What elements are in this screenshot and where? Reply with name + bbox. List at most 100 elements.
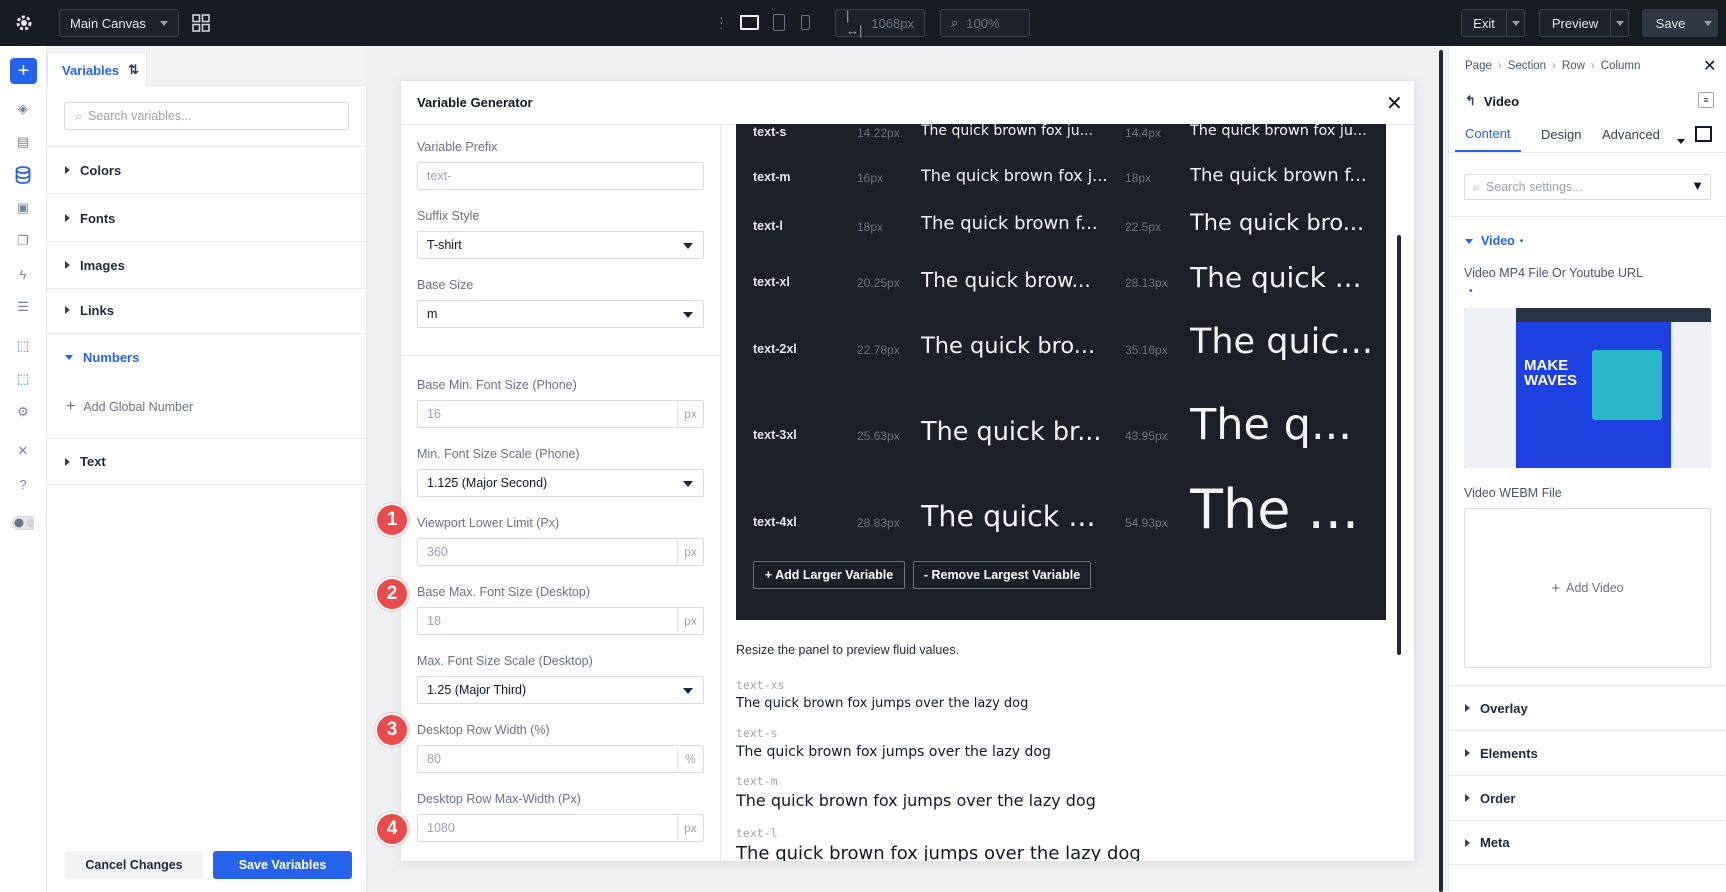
scrollbar-track[interactable]	[1397, 235, 1401, 655]
tab-content[interactable]: Content	[1455, 116, 1521, 152]
video-group-header[interactable]: Video •	[1465, 234, 1523, 248]
breadcrumb-item[interactable]: Page	[1465, 60, 1492, 72]
sample-token: text-l	[736, 826, 778, 840]
exit-button[interactable]: Exit	[1461, 9, 1507, 37]
variables-tab[interactable]: Variables ⇅	[47, 52, 147, 87]
canvas-scrollbar[interactable]	[1439, 50, 1443, 892]
dot-icon: •	[1519, 235, 1524, 247]
caret-right-icon	[1465, 704, 1470, 712]
search-variables-input[interactable]: ⌕ Search variables...	[64, 102, 349, 130]
canvas-select[interactable]: Main Canvas	[59, 9, 179, 37]
tabs-divider	[1449, 152, 1726, 153]
preview-button[interactable]: Preview	[1539, 9, 1611, 37]
theme-toggle-icon[interactable]	[12, 512, 34, 534]
min-scale-select[interactable]: 1.125 (Major Second)	[417, 469, 704, 497]
preset-icon[interactable]: ≡	[1698, 92, 1714, 108]
prefix-input[interactable]: text-	[417, 162, 704, 190]
lightning-icon[interactable]: ϟ	[12, 263, 34, 285]
layout-icon[interactable]: ▣	[12, 197, 34, 219]
exit-menu-button[interactable]	[1506, 9, 1525, 37]
filter-icon[interactable]: ▼	[1691, 178, 1704, 193]
more-vertical-icon[interactable]: · · ·	[719, 10, 724, 34]
square-icon[interactable]	[1695, 126, 1712, 142]
settings-page-icon[interactable]: ⚙	[12, 401, 34, 423]
database-icon[interactable]	[12, 164, 34, 186]
max-font-input[interactable]: 18 px	[417, 607, 704, 635]
chevron-down-icon[interactable]	[1677, 132, 1685, 147]
add-icon[interactable]: +	[10, 58, 37, 84]
sample-text: The quick brown fox jumps over the lazy …	[736, 744, 1051, 760]
canvas-width-field[interactable]: |↔| 1068px	[835, 8, 925, 38]
group-text[interactable]: Text	[47, 438, 367, 485]
zoom-icon: ⌕	[951, 15, 959, 30]
group-numbers[interactable]: Numbers	[47, 334, 367, 381]
type-scale-preview: text-s 14.22px The quick brown fox ju...…	[736, 124, 1386, 620]
breadcrumb-item[interactable]: Column	[1601, 60, 1641, 72]
close-icon[interactable]: ✕	[1386, 91, 1403, 116]
sample-text: The quick brown fox jumps over the lazy …	[736, 696, 1029, 711]
list-icon[interactable]: ☰	[12, 296, 34, 318]
breadcrumb-item[interactable]: Row	[1562, 60, 1585, 72]
save-menu-button[interactable]	[1698, 9, 1718, 37]
gear-icon[interactable]	[14, 13, 34, 33]
base-size-label: Base Size	[417, 278, 474, 292]
viewport-input[interactable]: 360 px	[417, 538, 704, 566]
cursor-select-icon[interactable]: ⬚	[12, 335, 34, 357]
group-order[interactable]: Order	[1449, 775, 1726, 820]
add-video-dropzone[interactable]: + Add Video	[1464, 508, 1711, 668]
modal-header: Variable Generator	[401, 81, 1414, 125]
top-toolbar: Main Canvas · · · |↔| 1068px ⌕ 100% Exit Pre…	[0, 0, 1726, 46]
thumb-sidebar	[1464, 308, 1516, 468]
group-images[interactable]: Images	[47, 242, 367, 289]
suffix-select[interactable]: T-shirt	[417, 231, 704, 259]
min-font-input[interactable]: 16 px	[417, 400, 704, 428]
chevron-down-icon	[160, 20, 168, 26]
thumb-headline: MAKE WAVES	[1524, 357, 1578, 389]
phone-view-icon[interactable]	[801, 15, 810, 30]
copy-icon[interactable]: ❐	[12, 230, 34, 252]
add-global-number-button[interactable]: + Add Global Number	[66, 398, 193, 416]
sample-text: The quick brown fox jumps over the lazy …	[736, 843, 1141, 861]
group-fonts[interactable]: Fonts	[47, 195, 367, 242]
add-larger-variable-button[interactable]: + Add Larger Variable	[753, 561, 905, 589]
tablet-view-icon[interactable]	[773, 14, 785, 31]
max-font-label: Base Max. Font Size (Desktop)	[417, 585, 590, 599]
callout-badge: 3	[375, 713, 409, 747]
search-settings-input[interactable]: ⌕ Search settings... ▼	[1464, 174, 1711, 200]
callout-badge: 4	[375, 812, 409, 846]
modal-title: Variable Generator	[417, 95, 533, 110]
save-button[interactable]: Save	[1642, 9, 1699, 37]
tab-design[interactable]: Design	[1533, 116, 1589, 152]
cancel-changes-button[interactable]: Cancel Changes	[65, 851, 203, 879]
chevron-down-icon	[683, 481, 693, 487]
zoom-field[interactable]: ⌕ 100%	[940, 9, 1030, 37]
help-icon[interactable]: ?	[12, 473, 34, 495]
group-colors[interactable]: Colors	[47, 147, 367, 194]
layers-icon[interactable]: ◈	[12, 98, 34, 120]
base-size-select[interactable]: m	[417, 300, 704, 328]
tools-icon[interactable]: ✕	[12, 440, 34, 462]
save-variables-button[interactable]: Save Variables	[213, 851, 352, 879]
grid-icon[interactable]	[192, 14, 210, 32]
pages-icon[interactable]: ▤	[12, 131, 34, 153]
breadcrumb-item[interactable]: Section	[1508, 60, 1546, 72]
preview-row: text-3xl 25.63px The quick br... 43.95px…	[753, 400, 1352, 450]
desktop-view-icon[interactable]	[740, 15, 759, 30]
group-elements[interactable]: Elements	[1449, 730, 1726, 775]
back-icon[interactable]: ↰	[1465, 93, 1476, 109]
group-links[interactable]: Links	[47, 287, 367, 334]
sort-icon[interactable]: ⇅	[128, 62, 139, 78]
tab-advanced[interactable]: Advanced	[1594, 116, 1668, 152]
preview-menu-button[interactable]	[1610, 9, 1629, 37]
group-overlay[interactable]: Overlay	[1449, 685, 1726, 730]
cursor-multi-icon[interactable]: ⬚	[12, 368, 34, 390]
remove-largest-variable-button[interactable]: - Remove Largest Variable	[913, 561, 1091, 589]
video-thumbnail[interactable]: MAKE WAVES	[1464, 308, 1711, 468]
close-icon[interactable]: ✕	[1703, 56, 1716, 76]
group-meta[interactable]: Meta	[1449, 820, 1726, 865]
search-icon: ⌕	[1473, 179, 1481, 194]
chevron-down-icon	[1704, 20, 1712, 26]
resize-hint: Resize the panel to preview fluid values…	[736, 643, 960, 657]
preview-row: text-s 14.22px The quick brown fox ju...…	[753, 124, 1367, 140]
suffix-label: Suffix Style	[417, 209, 480, 223]
